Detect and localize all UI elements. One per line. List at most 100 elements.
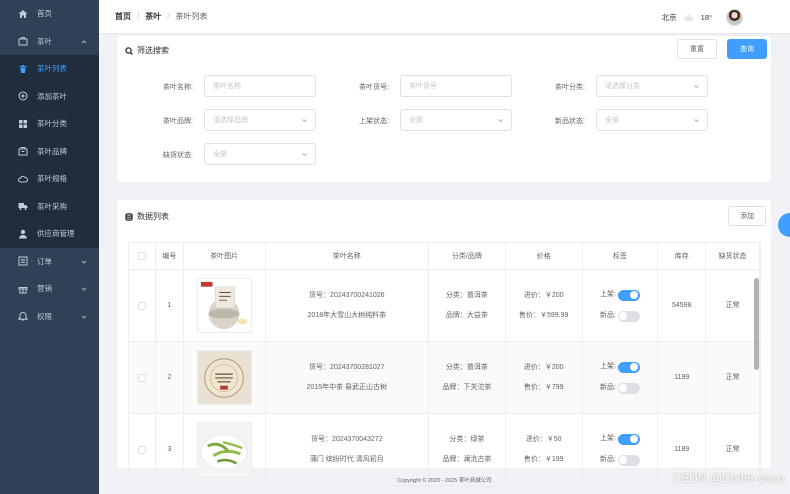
tea-image: [196, 350, 252, 405]
sidebar-item-label: 添加茶叶: [37, 91, 67, 101]
sidebar-item-label: 茶叶分类: [37, 119, 67, 129]
tea-brand: 品牌：下关沱茶: [442, 383, 492, 391]
floating-action-button[interactable]: [778, 213, 790, 237]
reset-button[interactable]: 重置: [677, 39, 717, 59]
row-checkbox[interactable]: [137, 301, 146, 310]
sale-price: 售价：￥199: [523, 455, 564, 463]
stock-status: 正常: [706, 270, 760, 341]
row-checkbox-cell: [129, 270, 156, 341]
image-cell: [184, 270, 266, 341]
new-tag: 新品:: [600, 310, 640, 322]
breadcrumb-tea[interactable]: 茶叶: [145, 11, 161, 22]
column-header: 茶叶图片: [184, 243, 266, 269]
new-switch[interactable]: [617, 382, 640, 394]
category-cell: 分类：普洱茶 品牌：大益茶: [429, 270, 506, 341]
home-icon: [18, 9, 28, 19]
new-switch[interactable]: [617, 310, 640, 322]
tea-code: 货号：20243700281027: [309, 364, 385, 372]
filter-label-onsale: 上架状态:: [359, 118, 389, 125]
sidebar-item-tea-brand[interactable]: 茶叶品牌: [0, 137, 99, 165]
sidebar-item-marketing[interactable]: 营销: [0, 275, 99, 303]
stock-status-select[interactable]: 全部: [204, 143, 316, 165]
column-header: 价格: [506, 243, 583, 269]
sidebar-item-home[interactable]: 首页: [0, 0, 99, 28]
onsale-tag: 上架:: [600, 361, 640, 373]
stock-status: 正常: [706, 342, 760, 413]
new-select[interactable]: 全部: [596, 109, 708, 131]
table-header: 编号 茶叶图片 茶叶名称 分类/品牌 价格 标签 库存 缺货状态: [129, 243, 760, 270]
sidebar-item-add-tea[interactable]: 添加茶叶: [0, 82, 99, 110]
row-checkbox-cell: [129, 342, 156, 413]
stock-value: 54598: [658, 270, 707, 341]
add-button[interactable]: 添加: [728, 206, 766, 226]
search-button[interactable]: 查询: [727, 39, 767, 59]
filter-card: 筛选搜索 重置 查询 茶叶名称: 茶叶名称 茶叶货号: 茶叶货号 茶叶分类: 请…: [116, 35, 772, 183]
tea-name: 蒲门 缤纷时代 清风初月: [309, 455, 384, 463]
city-name: 北京: [661, 13, 677, 22]
sidebar-item-label: 茶叶列表: [37, 64, 67, 74]
row-number: 2: [156, 342, 184, 413]
watermark: CSDN @Coder-coco: [672, 471, 784, 485]
breadcrumb-separator: /: [167, 12, 170, 21]
sidebar-item-order[interactable]: 订单: [0, 248, 99, 276]
price-cell: 进价：￥200 售价：￥799: [506, 342, 583, 413]
sidebar-item-tea-spec[interactable]: 茶叶规格: [0, 165, 99, 193]
sidebar-item-label: 首页: [37, 9, 52, 19]
table-row: 2 货号：20243700281027 2015年中茶 易武正山古树 分类：普洱…: [129, 342, 760, 414]
bag-icon: [18, 36, 28, 46]
onsale-switch[interactable]: [617, 289, 640, 301]
avatar[interactable]: [726, 9, 743, 26]
breadcrumb-current: 茶叶列表: [175, 12, 208, 21]
sidebar-item-tea-purchase[interactable]: 茶叶采购: [0, 192, 99, 220]
tag-cell: 上架: 新品:: [583, 414, 659, 485]
sidebar-item-label: 供应商管理: [37, 229, 75, 239]
temperature: 18°: [700, 13, 712, 22]
database-icon: [125, 212, 133, 221]
chevron-down-icon: [81, 258, 87, 264]
sidebar: 首页 茶叶 茶叶列表 添加茶叶 茶叶分类 茶叶品牌 茶叶规格 茶叶采购 供应商管…: [0, 0, 99, 494]
name-cell: 货号：20243700281027 2015年中茶 易武正山古树: [266, 342, 430, 413]
sale-price: 售价：￥599.99: [518, 311, 569, 319]
name-cell: 货号：2024370043272 蒲门 缤纷时代 清风初月: [266, 414, 430, 485]
grid-icon: [18, 119, 28, 129]
sidebar-item-label: 订单: [37, 256, 52, 266]
tea-code: 货号：2024370043272: [310, 436, 383, 444]
tea-name: 2015年中茶 易武正山古树: [306, 383, 388, 391]
name-cell: 货号：20243700241026 2018年大雪山大树纯料茶: [266, 270, 430, 341]
sidebar-item-tea[interactable]: 茶叶: [0, 28, 99, 56]
sidebar-item-supplier[interactable]: 供应商管理: [0, 220, 99, 248]
cloud-icon: [683, 14, 694, 21]
onsale-switch[interactable]: [617, 361, 640, 373]
data-list-title: 数据列表: [125, 211, 169, 222]
sidebar-item-label: 茶叶: [37, 36, 52, 46]
row-checkbox[interactable]: [137, 373, 146, 382]
sidebar-item-permission[interactable]: 权限: [0, 303, 99, 331]
onsale-switch[interactable]: [617, 433, 640, 445]
plus-circle-icon: [18, 91, 28, 101]
tea-category: 分类：普洱茶: [445, 292, 488, 300]
tea-name-input[interactable]: 茶叶名称: [204, 75, 316, 97]
onsale-select[interactable]: 全部: [400, 109, 512, 131]
new-switch[interactable]: [617, 454, 640, 466]
row-checkbox[interactable]: [137, 445, 146, 454]
price-cell: 进价：￥50 售价：￥199: [506, 414, 583, 485]
chevron-down-icon: [694, 84, 699, 89]
sidebar-item-tea-category[interactable]: 茶叶分类: [0, 110, 99, 138]
column-header: 缺货状态: [706, 243, 760, 269]
tea-name: 2018年大雪山大树纯料茶: [307, 311, 387, 319]
brand-select[interactable]: 请选择品牌: [204, 109, 316, 131]
breadcrumb-home[interactable]: 首页: [115, 11, 131, 22]
tea-code-input[interactable]: 茶叶货号: [400, 75, 512, 97]
column-header: 分类/品牌: [429, 243, 506, 269]
row-checkbox-cell: [129, 414, 156, 485]
category-select[interactable]: 请选择分类: [596, 75, 708, 97]
filter-label-code: 茶叶货号:: [359, 84, 389, 91]
cost-price: 进价：￥200: [523, 292, 564, 300]
filter-label-stock: 缺货状态:: [163, 152, 193, 159]
tea-image: [196, 278, 252, 333]
select-all-checkbox[interactable]: [137, 252, 146, 260]
onsale-tag: 上架:: [600, 433, 640, 445]
table-scrollbar[interactable]: [754, 278, 759, 370]
breadcrumb-separator: /: [137, 12, 140, 21]
sidebar-item-tea-list[interactable]: 茶叶列表: [0, 55, 99, 83]
